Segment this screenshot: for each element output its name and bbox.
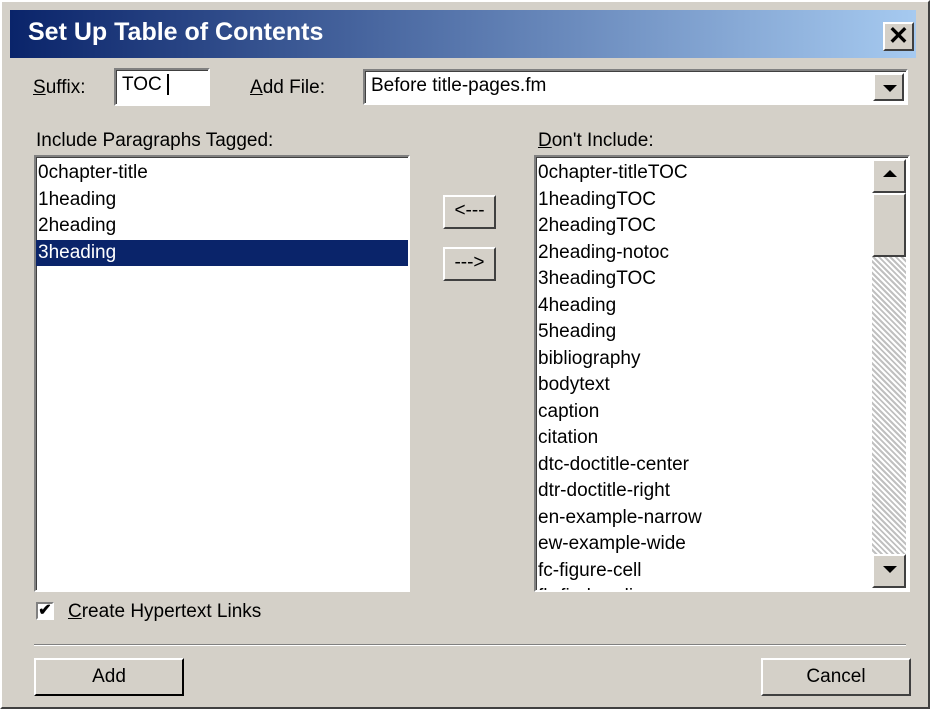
list-item[interactable]: 0chapter-titleTOC xyxy=(536,160,870,187)
list-item[interactable]: fh-fig-heading xyxy=(536,584,870,590)
list-item[interactable]: 5heading xyxy=(536,319,870,346)
list-item[interactable]: dtr-doctitle-right xyxy=(536,478,870,505)
list-item[interactable]: en-example-narrow xyxy=(536,505,870,532)
list-item[interactable]: 2heading xyxy=(36,213,408,240)
cancel-button[interactable]: Cancel xyxy=(761,658,911,696)
text-caret xyxy=(167,74,169,95)
scroll-up-button[interactable] xyxy=(872,159,906,193)
vertical-scrollbar[interactable] xyxy=(872,159,906,588)
dropdown-button[interactable] xyxy=(873,73,904,101)
move-left-button[interactable]: <--- xyxy=(443,195,496,229)
title-bar[interactable]: Set Up Table of Contents ✕ xyxy=(10,10,916,58)
list-item[interactable]: 3headingTOC xyxy=(536,266,870,293)
exclude-list-items: 0chapter-titleTOC 1headingTOC 2headingTO… xyxy=(536,160,870,590)
suffix-label: Suffix: xyxy=(33,77,86,98)
move-right-button[interactable]: ---> xyxy=(443,247,496,281)
hypertext-checkbox[interactable]: ✔ xyxy=(36,602,54,620)
list-item[interactable]: bodytext xyxy=(536,372,870,399)
dialog-window: Set Up Table of Contents ✕ Suffix: TOC A… xyxy=(0,0,930,709)
hypertext-label[interactable]: Create Hypertext Links xyxy=(68,601,261,623)
close-icon: ✕ xyxy=(888,22,909,50)
list-item[interactable]: dtc-doctitle-center xyxy=(536,452,870,479)
scroll-down-icon xyxy=(883,566,897,573)
add-button[interactable]: Add xyxy=(34,658,184,696)
list-item[interactable]: 1heading xyxy=(36,187,408,214)
chevron-down-icon xyxy=(883,85,897,92)
check-icon: ✔ xyxy=(38,602,52,619)
add-file-label: Add File: xyxy=(250,77,325,98)
list-item[interactable]: ew-example-wide xyxy=(536,531,870,558)
include-list[interactable]: 0chapter-title 1heading 2heading 3headin… xyxy=(34,155,410,592)
list-item[interactable]: 1headingTOC xyxy=(536,187,870,214)
add-file-dropdown[interactable]: Before title-pages.fm xyxy=(363,69,908,105)
dialog-title: Set Up Table of Contents xyxy=(28,18,324,46)
divider xyxy=(34,644,906,646)
list-item[interactable]: caption xyxy=(536,399,870,426)
exclude-list[interactable]: 0chapter-titleTOC 1headingTOC 2headingTO… xyxy=(534,155,910,592)
list-item[interactable]: 2heading-notoc xyxy=(536,240,870,267)
list-item[interactable]: 2headingTOC xyxy=(536,213,870,240)
suffix-input[interactable]: TOC xyxy=(114,68,210,106)
close-button[interactable]: ✕ xyxy=(883,22,914,51)
scroll-thumb[interactable] xyxy=(872,193,906,257)
list-item[interactable]: 0chapter-title xyxy=(36,160,408,187)
include-label: Include Paragraphs Tagged: xyxy=(36,130,274,151)
list-item[interactable]: 4heading xyxy=(536,293,870,320)
suffix-value: TOC xyxy=(122,74,162,95)
add-file-value: Before title-pages.fm xyxy=(371,75,547,96)
scroll-down-button[interactable] xyxy=(872,554,906,588)
list-item[interactable]: citation xyxy=(536,425,870,452)
list-item[interactable]: bibliography xyxy=(536,346,870,373)
list-item-selected[interactable]: 3heading xyxy=(36,239,408,266)
scroll-up-icon xyxy=(883,170,897,177)
exclude-label: Don't Include: xyxy=(538,130,654,151)
list-item[interactable]: fc-figure-cell xyxy=(536,558,870,585)
